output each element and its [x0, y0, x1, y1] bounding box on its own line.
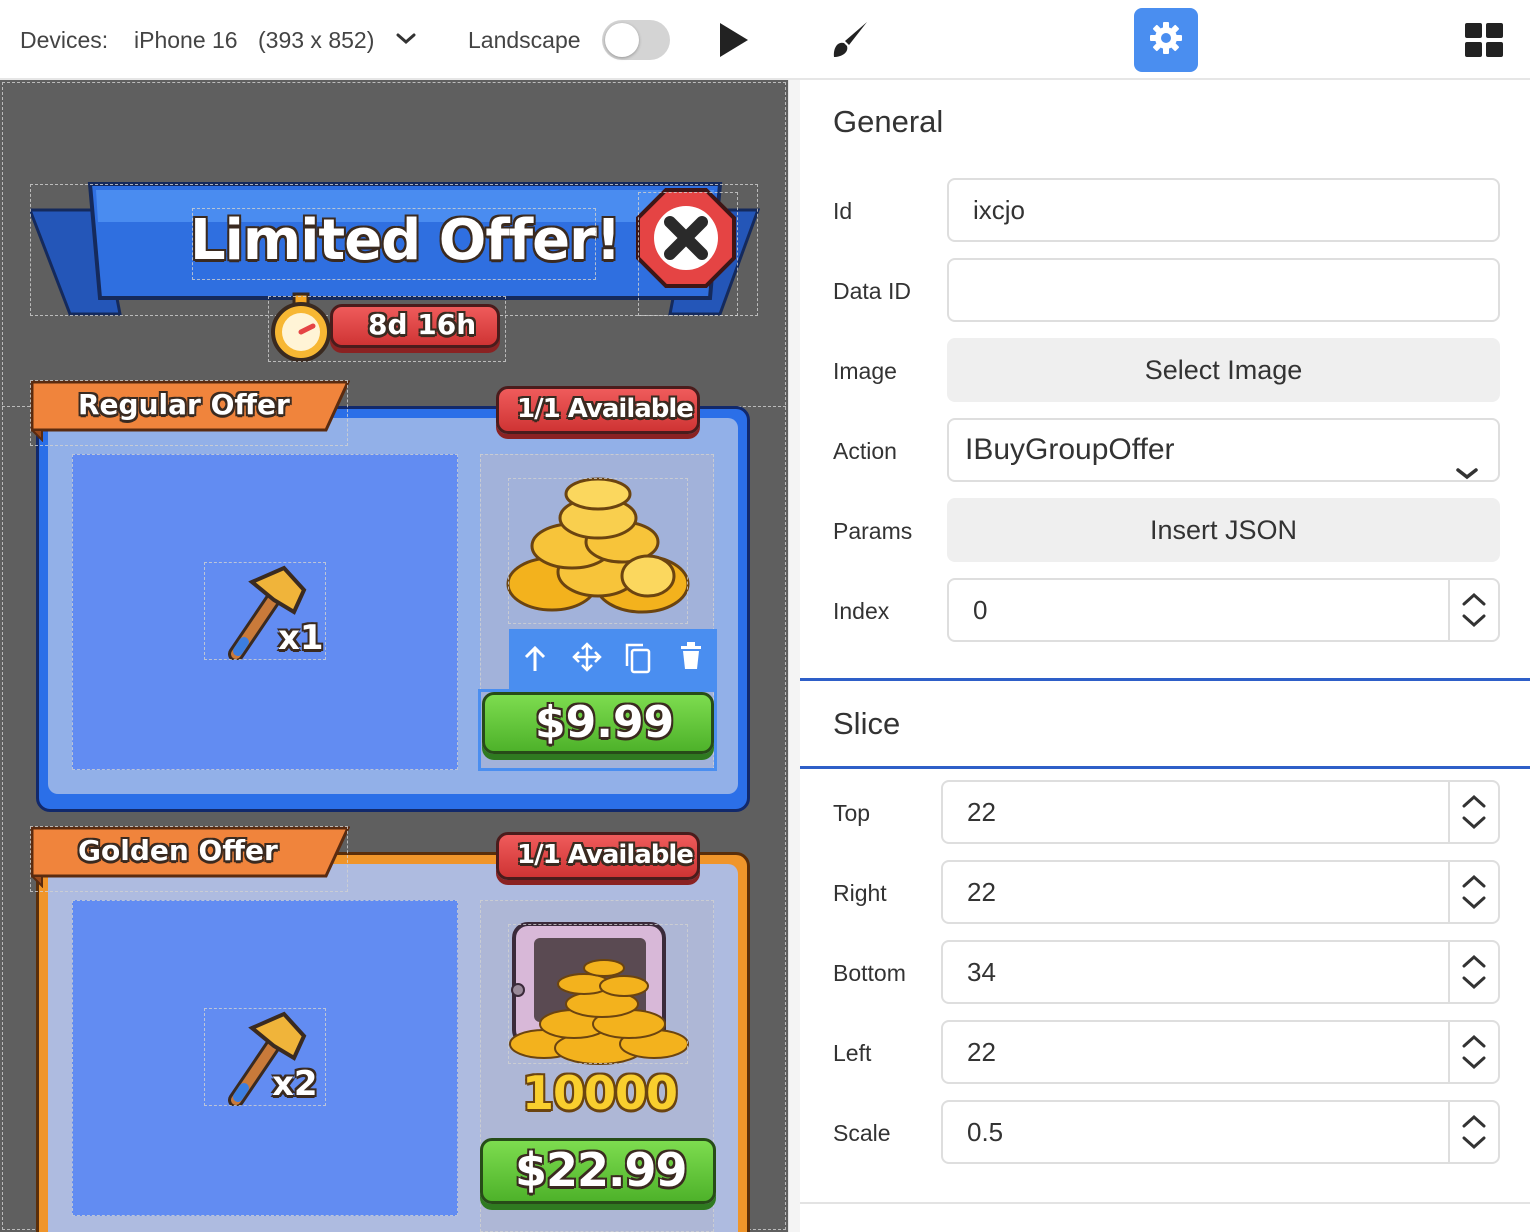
- ribbon-bounds: [30, 380, 348, 446]
- left-stepper[interactable]: [1448, 1022, 1498, 1082]
- dataid-label: Data ID: [833, 278, 911, 304]
- top-toolbar: Devices: iPhone 16 (393 x 852) Landscape: [0, 0, 1530, 80]
- scale-label: Scale: [833, 1120, 891, 1146]
- scale-input[interactable]: 0.5: [941, 1100, 1500, 1164]
- price-button-golden[interactable]: $22.99: [480, 1138, 716, 1204]
- section-divider: [800, 1202, 1530, 1204]
- play-icon[interactable]: [714, 20, 754, 60]
- params-label: Params: [833, 518, 913, 544]
- index-label: Index: [833, 598, 890, 624]
- general-section-title: General: [833, 104, 944, 139]
- chevron-down-icon[interactable]: [1462, 816, 1486, 830]
- close-bounds: [638, 192, 738, 316]
- scale-stepper[interactable]: [1448, 1102, 1498, 1162]
- index-stepper[interactable]: [1448, 580, 1498, 640]
- index-value: 0: [973, 595, 988, 625]
- bottom-label: Bottom: [833, 960, 906, 986]
- chevron-down-icon[interactable]: [1462, 1136, 1486, 1150]
- availability-badge-golden: 1/1 Available: [496, 832, 700, 880]
- chevron-up-icon[interactable]: [1462, 1034, 1486, 1048]
- top-input[interactable]: 22: [941, 780, 1500, 844]
- right-value: 22: [967, 877, 996, 907]
- action-select[interactable]: IBuyGroupOffer: [947, 418, 1500, 482]
- index-input[interactable]: 0: [947, 578, 1500, 642]
- dataid-input[interactable]: [947, 258, 1500, 322]
- left-value: 22: [967, 1037, 996, 1067]
- price-text-golden: $22.99: [515, 1143, 688, 1197]
- action-label: Action: [833, 438, 897, 464]
- hammer-bounds: [204, 562, 326, 660]
- top-label: Top: [833, 800, 871, 826]
- scale-value: 0.5: [967, 1117, 1004, 1147]
- safe-bounds: [508, 924, 688, 1064]
- section-divider: [800, 766, 1530, 769]
- section-divider: [800, 678, 1530, 681]
- availability-text-golden: 1/1 Available: [517, 840, 694, 870]
- availability-badge-regular: 1/1 Available: [496, 386, 700, 434]
- chevron-down-icon: [1456, 442, 1478, 502]
- right-input[interactable]: 22: [941, 860, 1500, 924]
- landscape-toggle[interactable]: [602, 20, 670, 60]
- insert-json-button[interactable]: Insert JSON: [947, 498, 1500, 562]
- coins-bounds: [508, 478, 688, 624]
- brush-icon[interactable]: [828, 18, 872, 62]
- chevron-up-icon[interactable]: [1462, 874, 1486, 888]
- landscape-label: Landscape: [468, 27, 581, 53]
- action-value: IBuyGroupOffer: [965, 433, 1175, 466]
- timer-bounds: [268, 296, 506, 362]
- editor-canvas[interactable]: Limited Offer! 8d 16h x1 $9.99 Regular O…: [0, 80, 788, 1232]
- chevron-down-icon[interactable]: [1462, 976, 1486, 990]
- chevron-down-icon[interactable]: [1462, 1056, 1486, 1070]
- left-input[interactable]: 22: [941, 1020, 1500, 1084]
- chevron-up-icon[interactable]: [1462, 954, 1486, 968]
- device-size: (393 x 852): [258, 27, 375, 53]
- device-select[interactable]: iPhone 16 (393 x 852): [134, 0, 424, 80]
- panel-divider[interactable]: [788, 80, 800, 1232]
- grid-icon[interactable]: [1464, 22, 1504, 58]
- left-label: Left: [833, 1040, 872, 1066]
- title-bounds: [192, 208, 596, 280]
- select-image-button[interactable]: Select Image: [947, 338, 1500, 402]
- hammer-bounds-golden: [204, 1008, 326, 1106]
- right-stepper[interactable]: [1448, 862, 1498, 922]
- image-label: Image: [833, 358, 897, 384]
- chevron-down-icon[interactable]: [1462, 614, 1486, 628]
- chevron-down-icon: [396, 32, 416, 51]
- bottom-stepper[interactable]: [1448, 942, 1498, 1002]
- settings-button[interactable]: [1134, 8, 1198, 72]
- element-toolbar: [509, 629, 717, 691]
- slice-section-title: Slice: [833, 706, 901, 741]
- arrow-up-icon[interactable]: [523, 645, 547, 680]
- right-label: Right: [833, 880, 887, 906]
- top-value: 22: [967, 797, 996, 827]
- move-icon[interactable]: [571, 641, 603, 678]
- chevron-up-icon[interactable]: [1462, 1114, 1486, 1128]
- trash-icon[interactable]: [679, 641, 703, 676]
- id-input[interactable]: ixcjo: [947, 178, 1500, 242]
- chevron-down-icon[interactable]: [1462, 896, 1486, 910]
- toggle-knob: [605, 23, 639, 57]
- bottom-value: 34: [967, 957, 996, 987]
- devices-label: Devices:: [20, 27, 109, 53]
- selection-outline: [478, 689, 717, 771]
- properties-panel: General Id ixcjo Data ID Image Select Im…: [800, 80, 1530, 1232]
- device-name: iPhone 16: [134, 27, 238, 53]
- top-stepper[interactable]: [1448, 782, 1498, 842]
- id-label: Id: [833, 198, 853, 224]
- gear-icon: [1149, 21, 1183, 60]
- bottom-input[interactable]: 34: [941, 940, 1500, 1004]
- copy-icon[interactable]: [623, 641, 653, 680]
- availability-text-regular: 1/1 Available: [517, 394, 694, 424]
- ribbon-golden-bounds: [30, 826, 348, 892]
- chevron-up-icon[interactable]: [1462, 794, 1486, 808]
- coins-amount: 10000: [522, 1066, 678, 1120]
- chevron-up-icon[interactable]: [1462, 592, 1486, 606]
